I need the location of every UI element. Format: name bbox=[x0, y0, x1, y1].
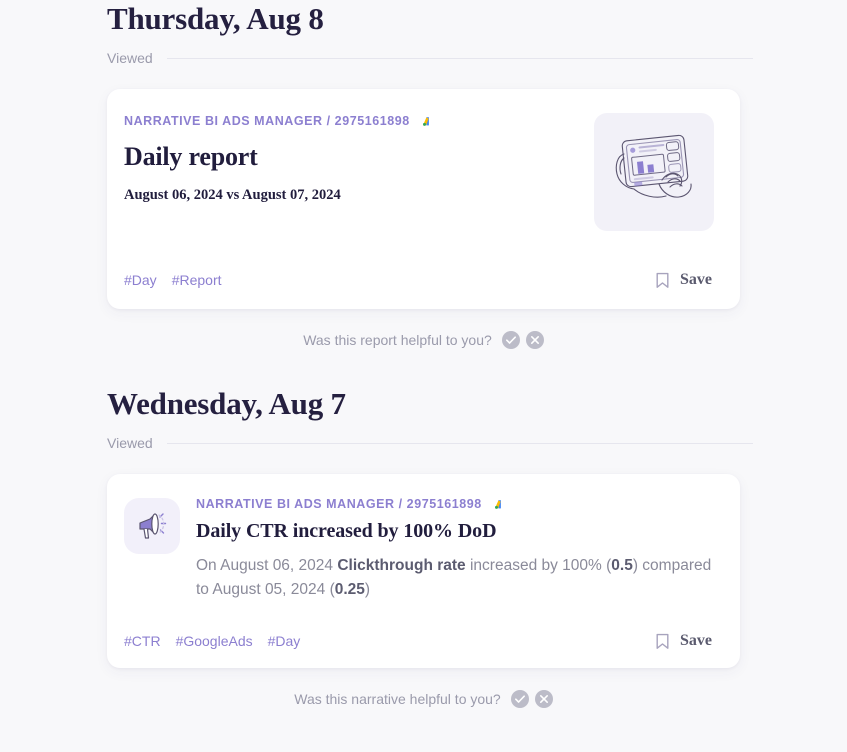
narrative-tags: #CTR #GoogleAds #Day bbox=[124, 633, 300, 649]
source-label: NARRATIVE BI ADS MANAGER / 2975161898 bbox=[124, 114, 410, 128]
narrative-card-description: On August 06, 2024 Clickthrough rate inc… bbox=[196, 557, 712, 598]
tablet-dashboard-illustration bbox=[594, 113, 714, 231]
report-card[interactable]: NARRATIVE BI ADS MANAGER / 2975161898 Da… bbox=[107, 89, 740, 309]
google-ads-icon bbox=[418, 112, 436, 130]
divider-line bbox=[166, 57, 753, 59]
tag-report[interactable]: #Report bbox=[172, 272, 222, 288]
feedback-question: Was this narrative helpful to you? bbox=[294, 691, 501, 707]
viewed-divider-row: Viewed bbox=[94, 435, 753, 451]
day-group-thursday: Thursday, Aug 8 Viewed NARRATIVE BI ADS … bbox=[0, 0, 847, 349]
report-card-title: Daily report bbox=[124, 142, 258, 171]
save-label: Save bbox=[680, 271, 712, 288]
tag-googleads[interactable]: #GoogleAds bbox=[176, 633, 253, 649]
narrative-card-footer: #CTR #GoogleAds #Day Save bbox=[124, 632, 714, 650]
viewed-divider-row: Viewed bbox=[94, 50, 753, 66]
megaphone-icon bbox=[124, 498, 180, 554]
viewed-label: Viewed bbox=[107, 50, 153, 66]
narrative-card-main: NARRATIVE BI ADS MANAGER / 2975161898 Da… bbox=[196, 495, 714, 602]
narrative-card[interactable]: NARRATIVE BI ADS MANAGER / 2975161898 Da… bbox=[107, 474, 740, 668]
feedback-row-narrative: Was this narrative helpful to you? bbox=[94, 690, 753, 708]
notification-feed: Thursday, Aug 8 Viewed NARRATIVE BI ADS … bbox=[0, 0, 847, 752]
google-ads-icon bbox=[490, 495, 508, 513]
save-label: Save bbox=[680, 632, 712, 649]
report-card-main: NARRATIVE BI ADS MANAGER / 2975161898 Da… bbox=[124, 112, 578, 204]
tag-day[interactable]: #Day bbox=[268, 633, 301, 649]
source-line: NARRATIVE BI ADS MANAGER / 2975161898 bbox=[124, 112, 578, 130]
tag-day[interactable]: #Day bbox=[124, 272, 157, 288]
check-circle-icon[interactable] bbox=[501, 331, 520, 349]
divider-line bbox=[166, 442, 753, 444]
feedback-icons bbox=[501, 331, 544, 349]
bookmark-icon bbox=[655, 633, 670, 650]
bookmark-icon bbox=[655, 272, 670, 289]
close-circle-icon[interactable] bbox=[525, 331, 544, 349]
save-button[interactable]: Save bbox=[655, 632, 712, 650]
day-group-wednesday: Wednesday, Aug 7 Viewed NARRATIVE BI ADS… bbox=[0, 385, 847, 708]
source-line: NARRATIVE BI ADS MANAGER / 2975161898 bbox=[196, 495, 714, 513]
tag-ctr[interactable]: #CTR bbox=[124, 633, 161, 649]
save-button[interactable]: Save bbox=[655, 271, 712, 289]
close-circle-icon[interactable] bbox=[534, 690, 553, 708]
report-tags: #Day #Report bbox=[124, 272, 222, 288]
source-label: NARRATIVE BI ADS MANAGER / 2975161898 bbox=[196, 497, 482, 511]
viewed-label: Viewed bbox=[107, 435, 153, 451]
report-card-footer: #Day #Report Save bbox=[124, 271, 714, 289]
feedback-row-report: Was this report helpful to you? bbox=[94, 331, 753, 349]
feedback-question: Was this report helpful to you? bbox=[303, 332, 492, 348]
check-circle-icon[interactable] bbox=[510, 690, 529, 708]
narrative-card-body: NARRATIVE BI ADS MANAGER / 2975161898 Da… bbox=[124, 495, 714, 602]
day-heading: Thursday, Aug 8 bbox=[107, 1, 324, 36]
report-card-body: NARRATIVE BI ADS MANAGER / 2975161898 Da… bbox=[124, 112, 714, 231]
report-card-subtitle: August 06, 2024 vs August 07, 2024 bbox=[124, 187, 341, 203]
feedback-icons bbox=[510, 690, 553, 708]
narrative-card-title: Daily CTR increased by 100% DoD bbox=[196, 520, 497, 542]
day-heading: Wednesday, Aug 7 bbox=[107, 386, 346, 421]
